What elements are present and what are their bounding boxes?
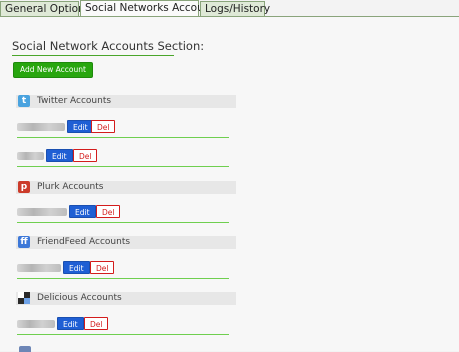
next-network-icon	[19, 346, 31, 352]
friendfeed-icon: ff	[18, 236, 30, 248]
tab-divider	[0, 16, 459, 17]
tab-social-networks-accounts[interactable]: Social Networks Accounts	[80, 0, 220, 17]
delete-button[interactable]: Del	[73, 149, 98, 162]
edit-button[interactable]: Edit	[57, 317, 84, 330]
delete-button[interactable]: Del	[90, 261, 115, 274]
section-title: Social Network Accounts Section:	[12, 39, 204, 56]
separator	[17, 278, 229, 279]
delete-button[interactable]: Del	[91, 120, 116, 133]
friendfeed-accounts-header: ff FriendFeed Accounts	[16, 236, 236, 249]
tab-general-options[interactable]: General Options	[0, 1, 90, 16]
separator	[17, 334, 229, 335]
tab-logs-history[interactable]: Logs/History	[200, 1, 270, 16]
plurk-icon: p	[18, 181, 30, 193]
edit-button[interactable]: Edit	[63, 261, 90, 274]
delete-button[interactable]: Del	[96, 205, 121, 218]
delete-button[interactable]: Del	[84, 317, 109, 330]
group-title: Twitter Accounts	[37, 96, 112, 106]
group-title: Plurk Accounts	[37, 182, 104, 192]
separator	[17, 137, 229, 138]
account-name-redacted	[17, 320, 55, 328]
edit-button[interactable]: Edit	[69, 205, 96, 218]
account-name-redacted	[17, 264, 61, 272]
delicious-icon-graphic	[18, 292, 30, 304]
group-title: Delicious Accounts	[37, 293, 122, 303]
add-new-account-button[interactable]: Add New Account	[13, 62, 93, 78]
twitter-icon: t	[18, 95, 30, 107]
plurk-accounts-header: p Plurk Accounts	[16, 181, 236, 194]
edit-button[interactable]: Edit	[67, 120, 94, 133]
twitter-accounts-header: t Twitter Accounts	[16, 95, 236, 108]
separator	[17, 222, 229, 223]
delicious-icon	[18, 292, 30, 304]
account-name-redacted	[17, 208, 67, 216]
delicious-accounts-header: Delicious Accounts	[16, 292, 236, 305]
tab-bar: General Options Social Networks Accounts…	[0, 0, 459, 18]
edit-button[interactable]: Edit	[46, 149, 73, 162]
account-name-redacted	[17, 123, 65, 131]
account-name-redacted	[17, 152, 44, 160]
group-title: FriendFeed Accounts	[37, 237, 131, 247]
separator	[17, 166, 229, 167]
